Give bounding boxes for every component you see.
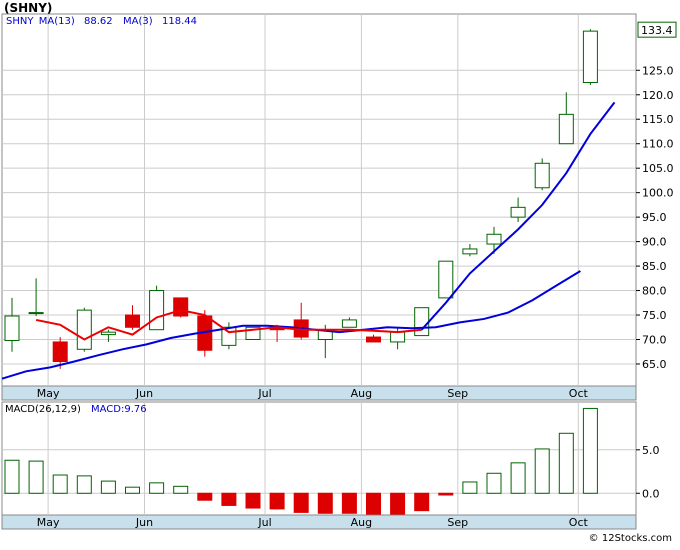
price-ytick-label-3: 80.0 — [642, 285, 667, 298]
macd-x-axis-bar — [1, 514, 637, 530]
chart-root: (SHNY) 65.0 70.0 75.0 80.0 85.0 90.0 95.0 100.0… — [0, 0, 680, 546]
price-ytick-label-5: 90.0 — [642, 236, 667, 249]
candle-body-9 — [221, 326, 237, 346]
macd-bar-18 — [438, 492, 454, 496]
price-ytick-label-7: 100.0 — [642, 187, 674, 200]
candle-body-19 — [462, 248, 478, 255]
macd-bar-20 — [486, 472, 502, 494]
site-credit: © 12Stocks.com — [588, 533, 672, 544]
macd-month-label-1: Jun — [135, 516, 153, 529]
price-ytick-label-11: 120.0 — [642, 89, 674, 102]
candle-body-7 — [173, 297, 189, 317]
price-ytick-label-9: 110.0 — [642, 138, 674, 151]
price-month-label-0: May — [37, 387, 60, 400]
macd-bar-22 — [534, 448, 550, 494]
price-ytick-label-8: 105.0 — [642, 162, 674, 175]
candle-body-3 — [76, 309, 92, 350]
candle-body-22 — [534, 162, 550, 189]
candle-body-15 — [366, 336, 381, 343]
macd-bar-3 — [76, 475, 92, 494]
candle-body-20 — [486, 233, 502, 245]
price-ytick-label-12: 125.0 — [642, 64, 674, 77]
macd-bar-16 — [390, 492, 406, 515]
price-month-label-2: Jul — [257, 387, 271, 400]
macd-bar-13 — [317, 492, 333, 514]
price-month-label-3: Aug — [351, 387, 372, 400]
macd-bar-0 — [4, 459, 20, 494]
macd-bar-23 — [558, 432, 574, 494]
macd-bar-14 — [341, 492, 357, 514]
price-ytick-label-6: 95.0 — [642, 211, 667, 224]
macd-bar-1 — [28, 460, 44, 494]
candle-body-14 — [341, 319, 357, 328]
chart-svg: 65.0 70.0 75.0 80.0 85.0 90.0 95.0 100.0 105.0 11… — [1, 13, 677, 530]
macd-bar-24 — [582, 407, 598, 494]
candle-body-16 — [390, 331, 406, 343]
price-legend-2: 88.62 — [84, 16, 113, 27]
candle-body-21 — [510, 206, 526, 218]
macd-month-label-0: May — [37, 516, 60, 529]
candle-body-24 — [582, 30, 598, 84]
macd-bar-17 — [414, 492, 430, 512]
price-ytick-label-10: 115.0 — [642, 113, 674, 126]
candle-body-5 — [125, 314, 140, 328]
macd-bar-8 — [197, 492, 213, 501]
price-ytick-label-1: 70.0 — [642, 334, 667, 347]
macd-month-label-4: Sep — [447, 516, 468, 529]
macd-legend-0: MACD(26,12,9) — [5, 404, 81, 415]
candle-body-17 — [414, 307, 430, 337]
macd-month-label-3: Aug — [351, 516, 372, 529]
candle-body-2 — [52, 341, 68, 363]
price-legend-4: 118.44 — [162, 16, 197, 27]
candle-body-4 — [100, 331, 116, 336]
price-legend-0: SHNY — [6, 16, 34, 27]
price-ytick-label-0: 65.0 — [642, 358, 667, 371]
candle-body-18 — [438, 260, 454, 299]
macd-bar-5 — [125, 486, 140, 494]
price-ytick-label-2: 75.0 — [642, 309, 667, 322]
chart-title: (SHNY) — [4, 1, 53, 15]
macd-bar-2 — [52, 474, 68, 494]
macd-month-label-2: Jul — [257, 516, 271, 529]
macd-ytick-label-0: 0.0 — [642, 487, 660, 500]
macd-bar-9 — [221, 492, 237, 506]
macd-bar-12 — [293, 492, 309, 513]
macd-bar-21 — [510, 462, 526, 494]
macd-legend-1: MACD:9.76 — [91, 404, 147, 415]
candle-body-1 — [28, 312, 44, 315]
macd-bar-4 — [100, 480, 116, 494]
price-x-axis-bar — [1, 385, 637, 401]
macd-ytick-label-1: 5.0 — [642, 444, 660, 457]
macd-bar-6 — [149, 482, 165, 494]
price-ytick-label-4: 85.0 — [642, 260, 667, 273]
last-price-label: 133.4 — [641, 24, 673, 37]
candle-body-0 — [4, 315, 20, 341]
candle-body-23 — [558, 113, 574, 145]
macd-bar-10 — [245, 492, 261, 509]
macd-month-label-5: Oct — [569, 516, 589, 529]
macd-bar-15 — [366, 492, 381, 515]
price-month-label-4: Sep — [447, 387, 468, 400]
price-legend-1: MA(13) — [39, 16, 75, 27]
price-month-label-1: Jun — [135, 387, 153, 400]
price-month-label-5: Oct — [569, 387, 589, 400]
macd-bar-11 — [269, 492, 285, 510]
macd-bar-19 — [462, 481, 478, 494]
macd-bar-7 — [173, 485, 189, 494]
candle-body-6 — [149, 290, 165, 331]
price-legend-3: MA(3) — [123, 16, 153, 27]
